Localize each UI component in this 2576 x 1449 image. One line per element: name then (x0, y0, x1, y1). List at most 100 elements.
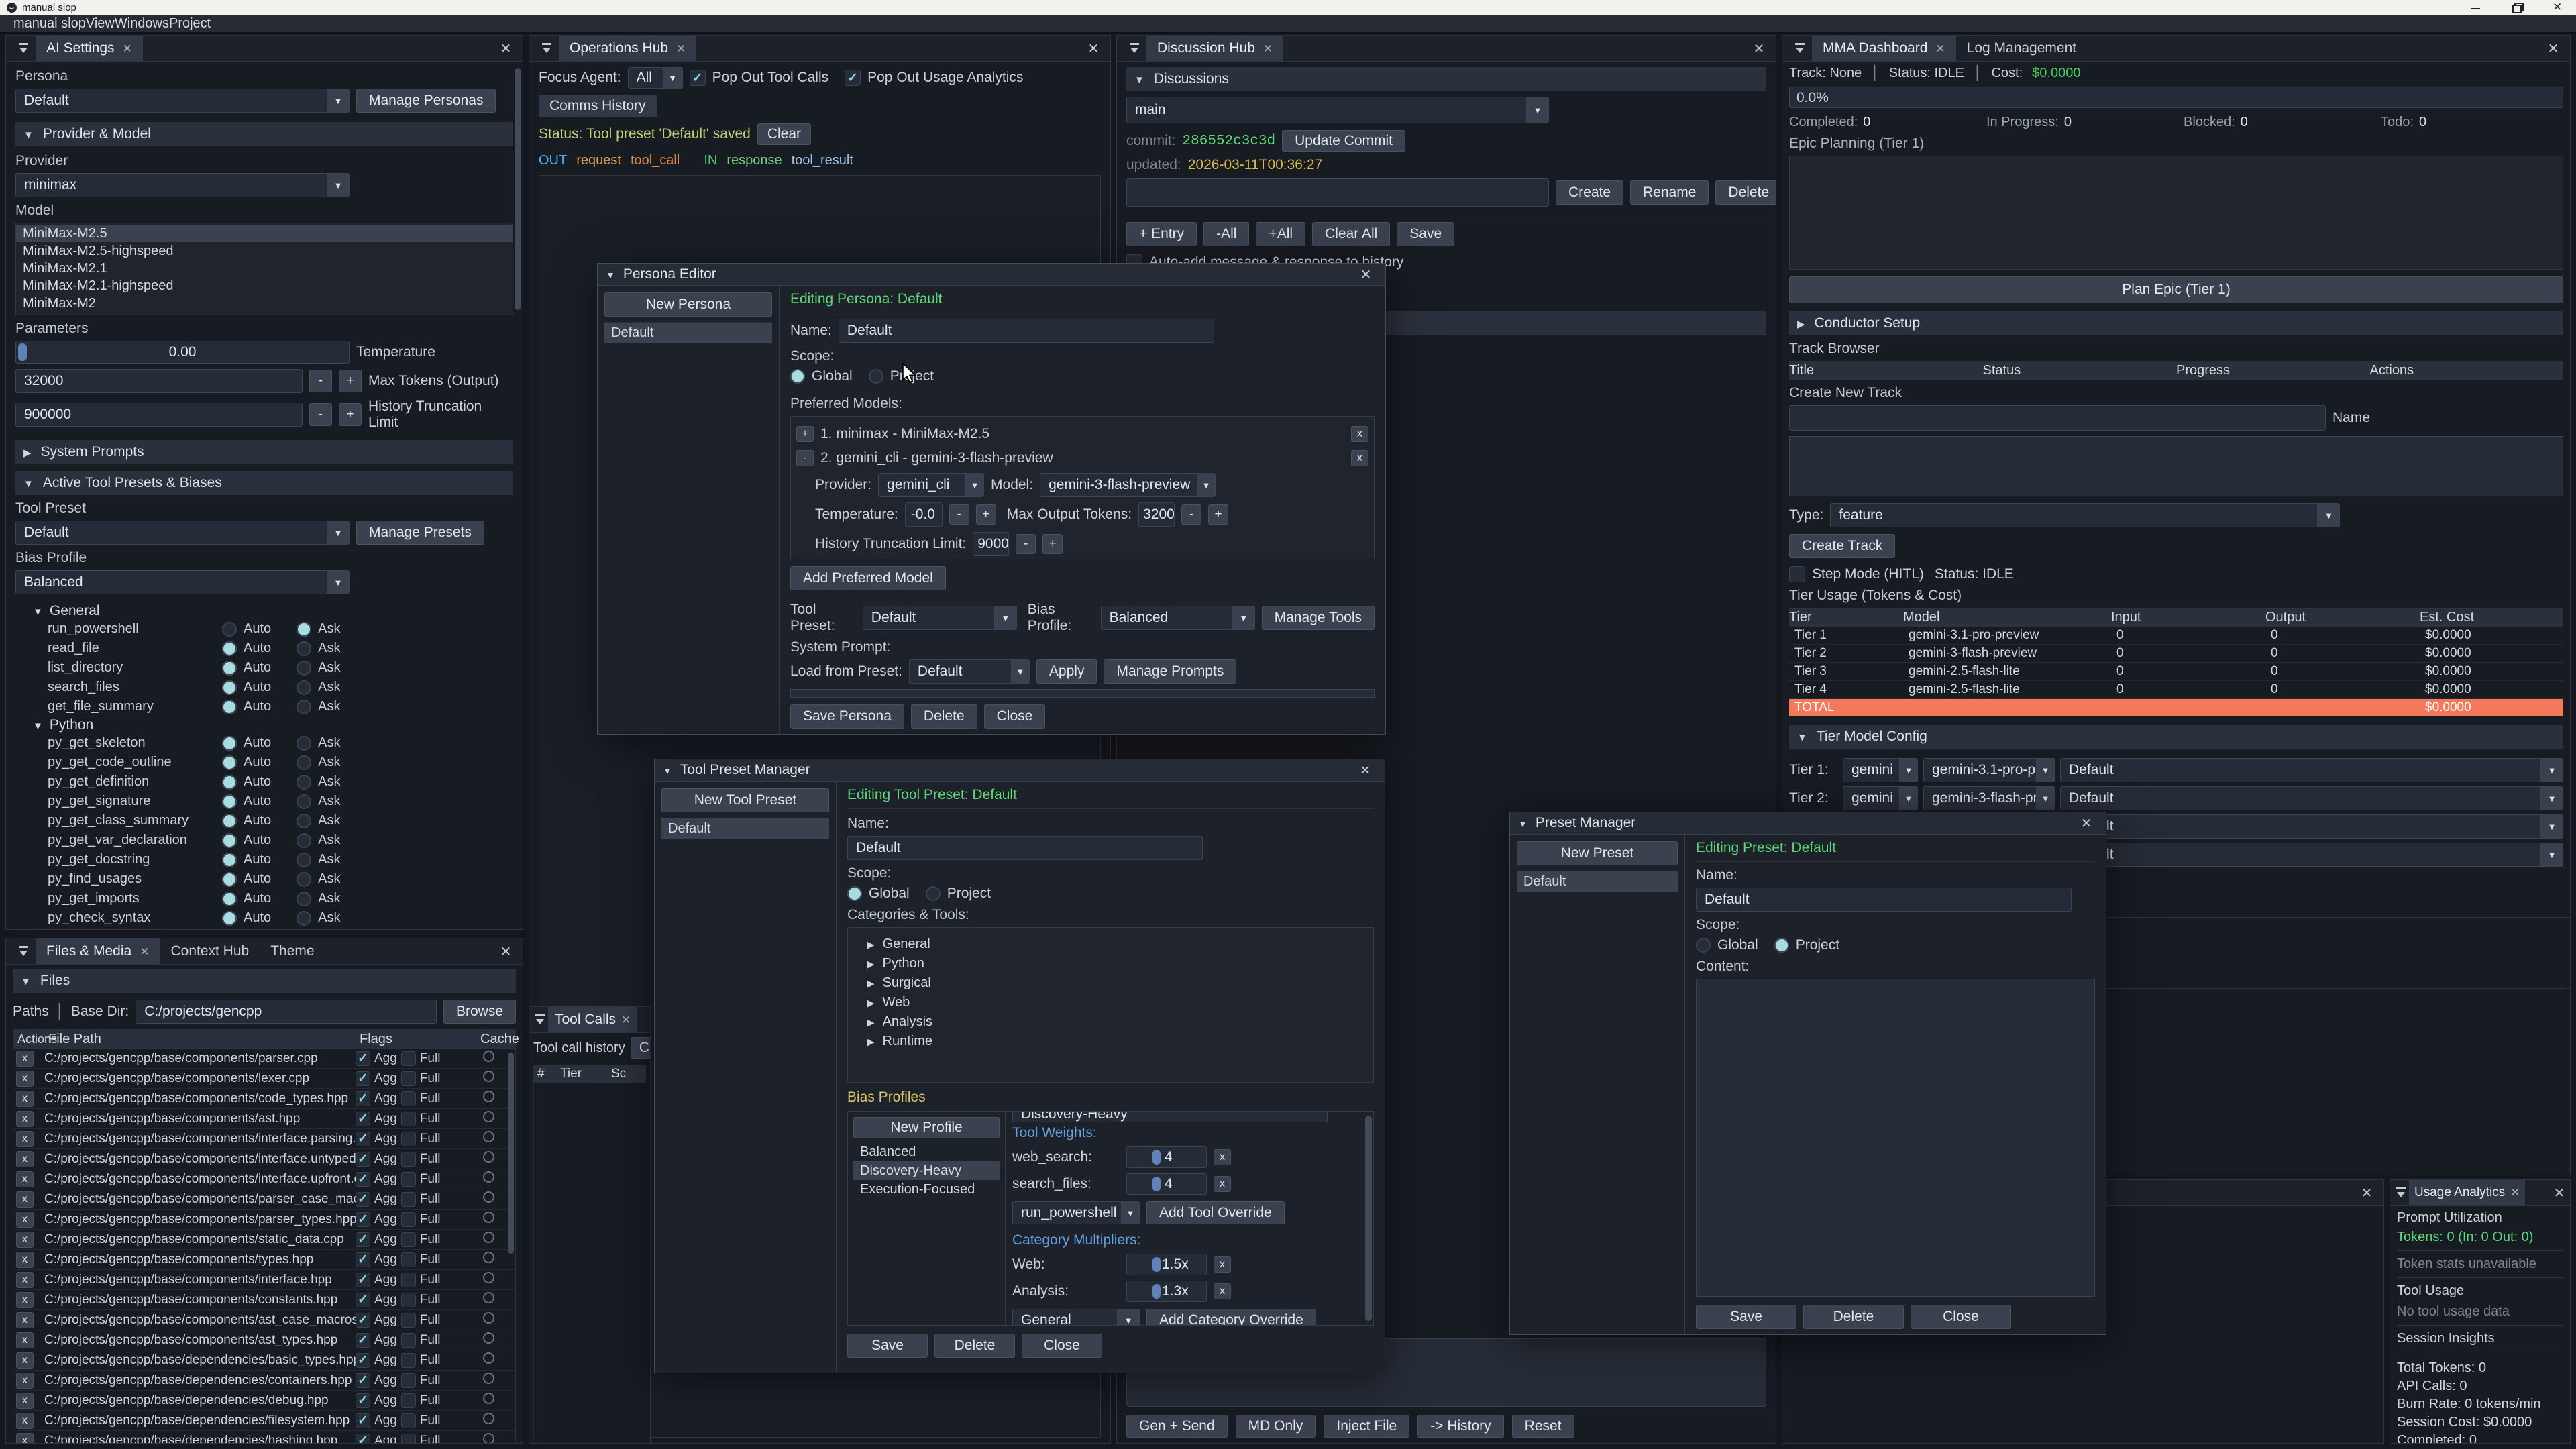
provider-model-section-header[interactable]: Provider & Model (15, 122, 513, 146)
step-mode-checkbox[interactable] (1789, 566, 1805, 582)
auto-radio[interactable] (222, 736, 237, 751)
save-preset-button[interactable]: Save (1696, 1305, 1796, 1329)
ask-radio[interactable] (297, 775, 311, 790)
full-checkbox[interactable] (401, 1373, 416, 1388)
dock-menu-icon[interactable] (1128, 42, 1141, 55)
popout-tool-calls-checkbox[interactable] (690, 70, 706, 86)
panel-close-button[interactable] (1082, 40, 1105, 57)
remove-file-button[interactable]: x (16, 1091, 34, 1107)
hist-increment[interactable]: + (1042, 534, 1063, 554)
model-list-item[interactable]: MiniMax-M2.1 (16, 260, 513, 277)
ask-radio[interactable] (297, 814, 311, 828)
tier-preset-dropdown[interactable]: Default (2060, 758, 2563, 782)
scope-global-radio[interactable] (1696, 938, 1711, 953)
new-tool-preset-button[interactable]: New Tool Preset (661, 788, 829, 812)
files-section-header[interactable]: Files (13, 969, 516, 993)
agg-checkbox[interactable] (356, 1353, 370, 1368)
tier-preset-dropdown[interactable]: Default (2060, 814, 2563, 839)
auto-radio[interactable] (222, 775, 237, 790)
scrollbar[interactable] (508, 1053, 514, 1254)
menu-item[interactable]: Project (169, 16, 211, 31)
remove-file-button[interactable]: x (16, 1051, 34, 1067)
remove-file-button[interactable]: x (16, 1352, 34, 1368)
profile-name-input[interactable]: Discovery-Heavy (1012, 1112, 1328, 1122)
full-checkbox[interactable] (401, 1172, 416, 1187)
dock-menu-icon[interactable] (17, 945, 30, 958)
dialog-titlebar[interactable]: Tool Preset Manager (655, 759, 1385, 782)
model-list-item[interactable]: MiniMax-M2.1-highspeed (16, 277, 513, 294)
history-action-button[interactable]: Clear All (1312, 222, 1390, 246)
agg-checkbox[interactable] (356, 1373, 370, 1388)
full-checkbox[interactable] (401, 1273, 416, 1287)
track-name-input[interactable] (1789, 405, 2326, 431)
full-checkbox[interactable] (401, 1293, 416, 1307)
ask-radio[interactable] (297, 755, 311, 770)
tab-close-icon[interactable] (1935, 40, 1945, 56)
remove-file-button[interactable]: x (16, 1071, 34, 1087)
agg-checkbox[interactable] (356, 1232, 370, 1247)
persona-list-item[interactable]: Default (604, 322, 772, 343)
profile-list-item[interactable]: Balanced (853, 1142, 1000, 1161)
ask-radio[interactable] (297, 641, 311, 656)
remove-file-button[interactable]: x (16, 1151, 34, 1167)
temperature-input[interactable]: -0.0 (905, 502, 943, 527)
remove-file-button[interactable]: x (16, 1191, 34, 1208)
full-checkbox[interactable] (401, 1112, 416, 1126)
maxout-increment[interactable]: + (1208, 504, 1228, 525)
full-checkbox[interactable] (401, 1393, 416, 1408)
auto-radio[interactable] (222, 641, 237, 656)
load-preset-dropdown[interactable]: Default (909, 659, 1030, 684)
history-action-button[interactable]: + Entry (1126, 222, 1197, 246)
ask-radio[interactable] (297, 700, 311, 714)
slider-handle[interactable] (1152, 1284, 1161, 1299)
add-preferred-model-button[interactable]: Add Preferred Model (790, 566, 946, 590)
agg-checkbox[interactable] (356, 1192, 370, 1207)
scope-global-radio[interactable] (847, 886, 862, 901)
agg-checkbox[interactable] (356, 1071, 370, 1086)
new-preset-button[interactable]: New Preset (1517, 841, 1678, 865)
full-checkbox[interactable] (401, 1434, 416, 1444)
model-collapse-button[interactable]: - (796, 450, 814, 466)
add-category-override-button[interactable]: Add Category Override (1146, 1309, 1316, 1325)
remove-file-button[interactable]: x (16, 1171, 34, 1187)
provider-dropdown[interactable]: minimax (15, 173, 350, 197)
dock-menu-icon[interactable] (533, 1013, 547, 1026)
profile-list-item[interactable]: Discovery-Heavy (853, 1161, 1000, 1180)
maximize-button[interactable] (2512, 3, 2523, 13)
scope-global-radio[interactable] (790, 369, 805, 384)
remove-file-button[interactable]: x (16, 1312, 34, 1328)
temp-increment[interactable]: + (976, 504, 996, 525)
tool-preset-list-item[interactable]: Default (661, 818, 829, 839)
multiplier-slider[interactable]: 1.3x (1126, 1281, 1207, 1302)
model-expand-button[interactable]: + (796, 426, 814, 442)
auto-radio[interactable] (222, 755, 237, 770)
tab-close-icon[interactable] (1263, 40, 1273, 56)
tier-provider-dropdown[interactable]: gemini (1843, 758, 1918, 782)
slider-handle[interactable] (1152, 1257, 1161, 1272)
close-dialog-button[interactable]: Close (1022, 1334, 1102, 1358)
plan-epic-button[interactable]: Plan Epic (Tier 1) (1789, 276, 2563, 303)
model-list-item[interactable]: MiniMax-M2.5 (16, 225, 513, 242)
remove-file-button[interactable]: x (16, 1433, 34, 1444)
full-checkbox[interactable] (401, 1132, 416, 1146)
save-tool-preset-button[interactable]: Save (847, 1334, 928, 1358)
delete-tool-preset-button[interactable]: Delete (934, 1334, 1015, 1358)
discussion-dropdown[interactable]: main (1126, 97, 1549, 123)
max-tokens-decrement[interactable]: - (309, 370, 332, 392)
full-checkbox[interactable] (401, 1353, 416, 1368)
comms-history-tab[interactable]: Comms History (539, 95, 657, 117)
tab-log-management[interactable]: Log Management (1956, 36, 2087, 61)
bias-profile-dropdown[interactable]: Balanced (15, 570, 350, 594)
auto-radio[interactable] (222, 794, 237, 809)
tab-context-hub[interactable]: Context Hub (160, 938, 260, 964)
history-limit-decrement[interactable]: - (309, 403, 332, 426)
preset-list-item[interactable]: Default (1517, 871, 1678, 892)
tab-operations-hub[interactable]: Operations Hub (559, 36, 696, 61)
track-type-dropdown[interactable]: feature (1830, 503, 2340, 527)
manage-personas-button[interactable]: Manage Personas (356, 89, 496, 113)
agg-checkbox[interactable] (356, 1252, 370, 1267)
system-prompt-textarea[interactable] (790, 689, 1375, 698)
new-persona-button[interactable]: New Persona (604, 292, 772, 317)
rename-discussion-button[interactable]: Rename (1630, 180, 1709, 205)
update-commit-button[interactable]: Update Commit (1282, 130, 1405, 152)
